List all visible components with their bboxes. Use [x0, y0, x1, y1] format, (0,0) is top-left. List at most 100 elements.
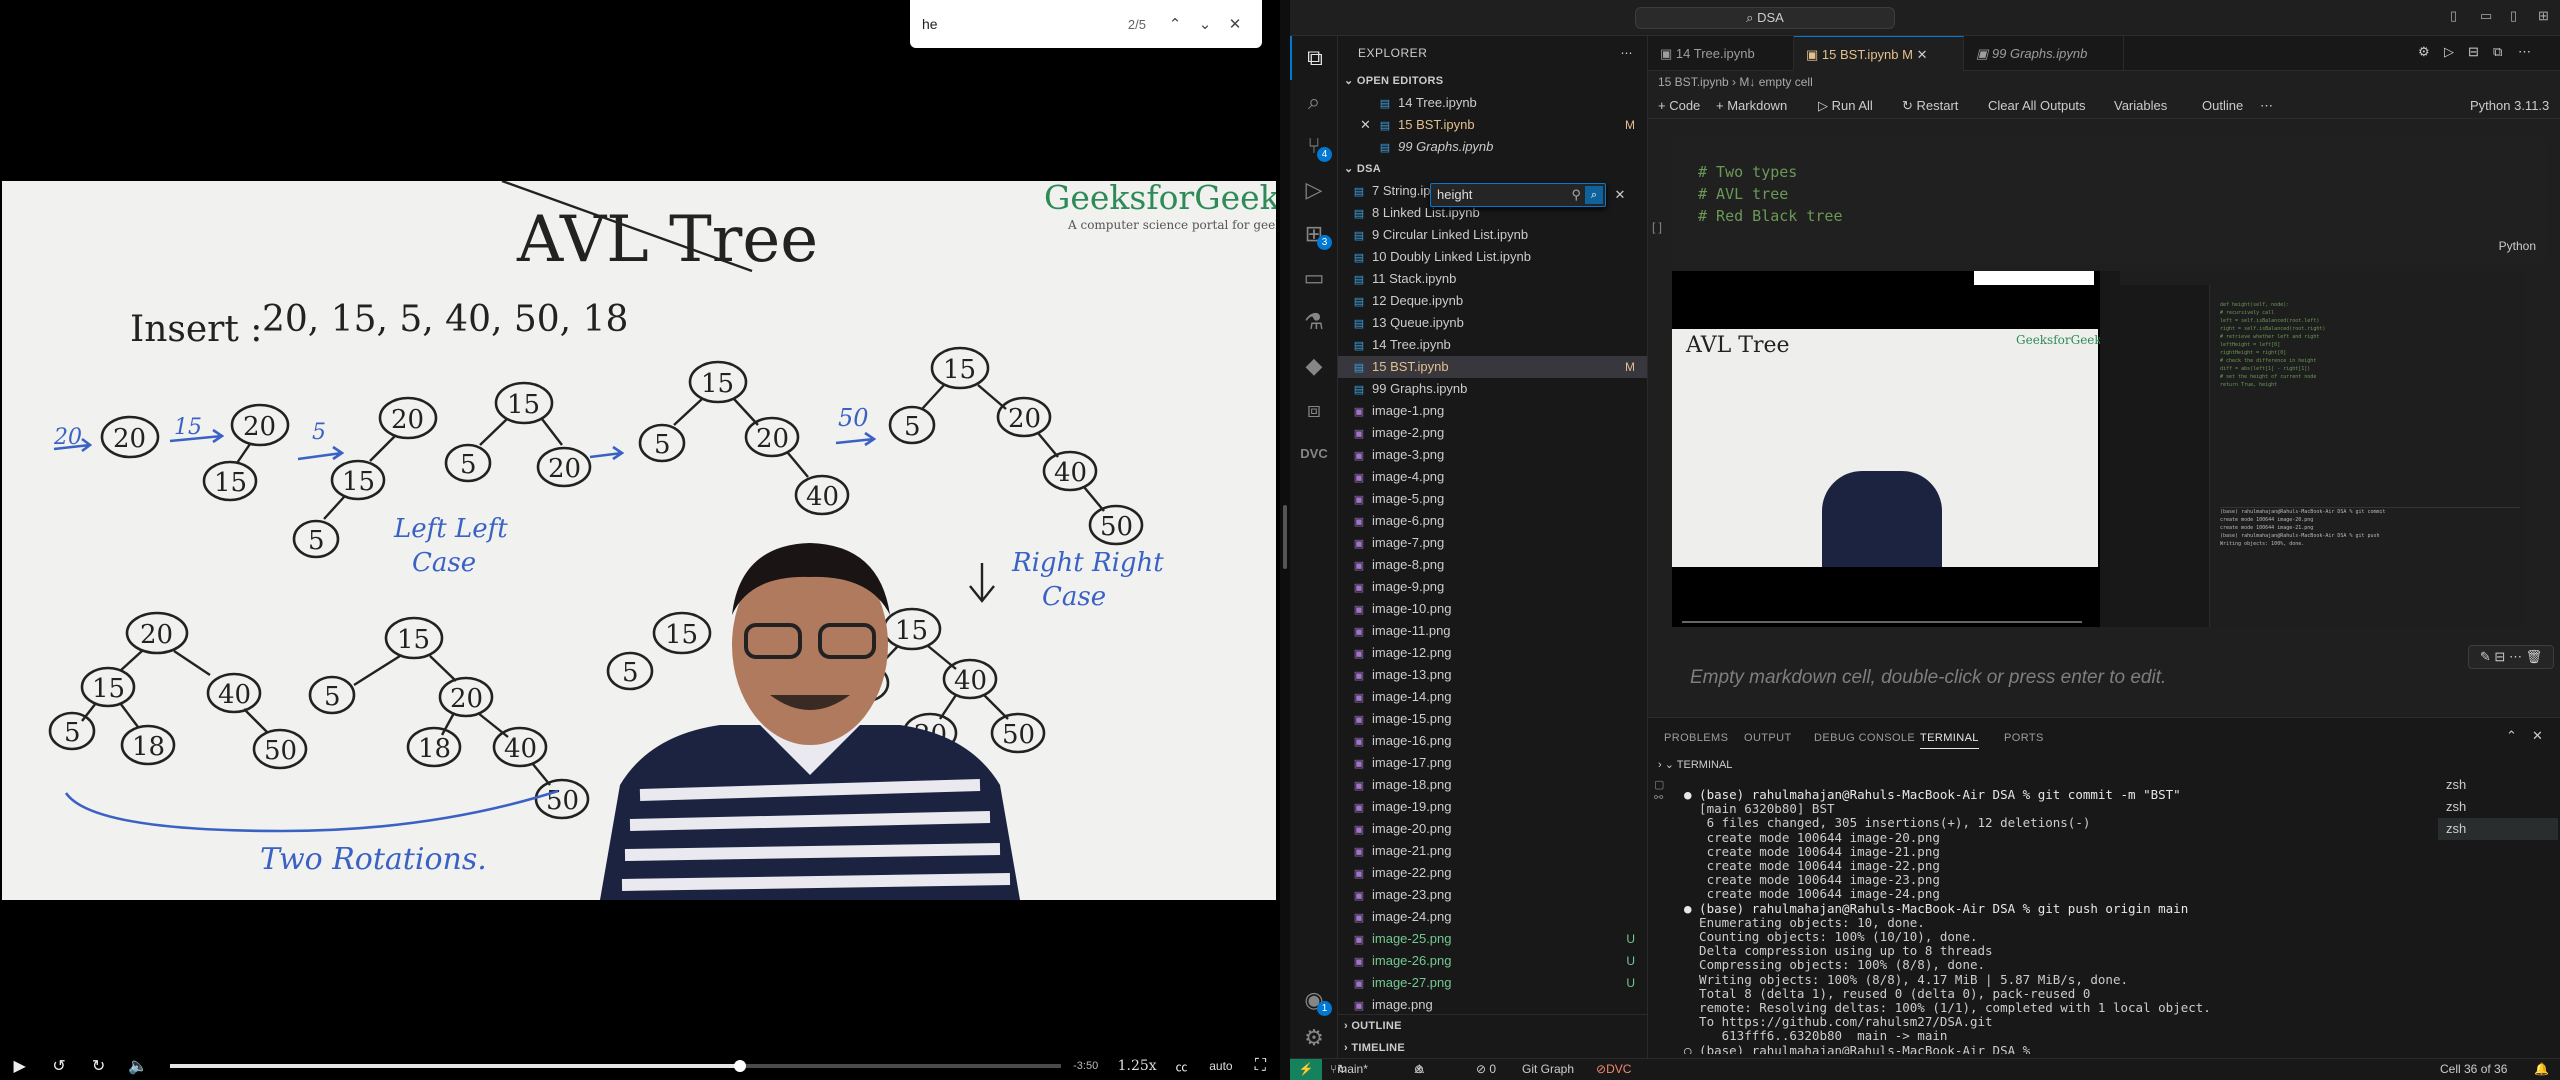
command-center-search[interactable]: ⌕ DSA: [1635, 7, 1895, 29]
toggle-sidebar-icon[interactable]: ▯: [2450, 8, 2457, 24]
open-editors-header[interactable]: ⌄ OPEN EDITORS: [1338, 70, 1647, 92]
split-cell-icon[interactable]: ⊟: [2494, 649, 2505, 664]
tab-output[interactable]: OUTPUT: [1744, 732, 1792, 744]
file-item[interactable]: ▣ image-15.png: [1338, 708, 1647, 730]
breadcrumb-cell[interactable]: M↓ empty cell: [1739, 75, 1812, 89]
close-find-icon[interactable]: ✕: [1610, 183, 1630, 207]
file-item[interactable]: ▣ image-10.png: [1338, 598, 1647, 620]
chevron-down-icon[interactable]: ⌄: [1190, 15, 1220, 33]
file-item[interactable]: ▤ 99 Graphs.ipynb: [1338, 378, 1647, 400]
file-item[interactable]: ▣ image-1.png: [1338, 400, 1647, 422]
explorer-find-input[interactable]: height ⚲ ⌕: [1430, 183, 1606, 207]
file-item[interactable]: ▣ image-16.png: [1338, 730, 1647, 752]
captions-icon[interactable]: ㏄: [1162, 1058, 1201, 1075]
delete-cell-icon[interactable]: 🗑: [2526, 649, 2543, 664]
split-divider[interactable]: [1280, 0, 1290, 1080]
tab-15-bst[interactable]: ▣ 15 BST.ipynb M ✕: [1794, 36, 1964, 71]
cell-position[interactable]: Cell 36 of 36: [2440, 1059, 2507, 1080]
filter-icon[interactable]: ⚲: [1571, 184, 1581, 206]
file-item[interactable]: ▣ image-11.png: [1338, 620, 1647, 642]
file-item[interactable]: ▣ image-20.png: [1338, 818, 1647, 840]
file-item[interactable]: ▣ image-4.png: [1338, 466, 1647, 488]
fuzzy-match-icon[interactable]: ⌕: [1585, 186, 1603, 204]
edit-icon[interactable]: ✎: [2480, 649, 2491, 664]
cell-more-icon[interactable]: ⋯: [2509, 649, 2522, 664]
remote-explorer-icon[interactable]: ▭: [1290, 256, 1338, 300]
seek-bar[interactable]: [169, 1060, 1062, 1072]
file-item[interactable]: ▣ image-12.png: [1338, 642, 1647, 664]
tab-terminal[interactable]: TERMINAL: [1920, 732, 1979, 749]
file-item[interactable]: ▣ image-23.png: [1338, 884, 1647, 906]
run-debug-icon[interactable]: ▷: [1290, 168, 1338, 212]
search-icon[interactable]: ⌕: [1290, 80, 1338, 124]
git-graph-button[interactable]: Git Graph: [1522, 1059, 1574, 1080]
kernel-picker[interactable]: Python 3.11.3: [2470, 93, 2549, 119]
file-item[interactable]: ▣ image-2.png: [1338, 422, 1647, 444]
editor-more-icon[interactable]: ⋯: [2518, 44, 2531, 60]
file-item[interactable]: ▤ 9 Circular Linked List.ipynb: [1338, 224, 1647, 246]
fullscreen-icon[interactable]: ⛶: [1241, 1057, 1280, 1075]
restart-button[interactable]: ↻ Restart: [1902, 93, 1958, 119]
outline-section[interactable]: › OUTLINE: [1338, 1015, 1647, 1037]
file-item[interactable]: ▣ image-19.png: [1338, 796, 1647, 818]
layout-icon[interactable]: ⊞: [2538, 8, 2549, 24]
tab-debug-console[interactable]: DEBUG CONSOLE: [1814, 732, 1915, 744]
file-item[interactable]: ▤ 12 Deque.ipynb: [1338, 290, 1647, 312]
run-icon[interactable]: ▷: [2444, 44, 2454, 60]
forward-icon[interactable]: ↻: [79, 1056, 118, 1076]
ports-indicator[interactable]: ⊘ 0: [1476, 1059, 1496, 1080]
docker-icon[interactable]: ◆: [1290, 344, 1338, 388]
tab-14-tree[interactable]: ▣ 14 Tree.ipynb: [1648, 36, 1794, 71]
outline-button[interactable]: Outline: [2202, 93, 2243, 119]
terminal-output[interactable]: ● (base) rahulmahajan@Rahuls-MacBook-Air…: [1684, 788, 2404, 1054]
file-item[interactable]: ▤ 11 Stack.ipynb: [1338, 268, 1647, 290]
tab-ports[interactable]: PORTS: [2004, 732, 2044, 744]
file-item[interactable]: ▣ image-13.png: [1338, 664, 1647, 686]
file-item[interactable]: ▣ image-7.png: [1338, 532, 1647, 554]
file-item[interactable]: ▤ 15 BST.ipynb M: [1338, 356, 1647, 378]
volume-icon[interactable]: 🔈: [118, 1056, 157, 1076]
gear-icon[interactable]: ⚙: [2418, 44, 2430, 60]
file-item[interactable]: ▣ image-27.png U: [1338, 972, 1647, 994]
clear-outputs-button[interactable]: Clear All Outputs: [1988, 93, 2086, 119]
folder-header[interactable]: ⌄ DSA: [1338, 158, 1647, 180]
tab-problems[interactable]: PROBLEMS: [1664, 732, 1728, 744]
file-item[interactable]: ▣ image-9.png: [1338, 576, 1647, 598]
file-item[interactable]: ▤ 13 Queue.ipynb: [1338, 312, 1647, 334]
file-item[interactable]: ▣ image-22.png: [1338, 862, 1647, 884]
settings-gear-icon[interactable]: ⚙: [1290, 1016, 1338, 1060]
chevron-up-icon[interactable]: ⌃: [1160, 15, 1190, 33]
empty-markdown-cell[interactable]: Empty markdown cell, double-click or pre…: [1690, 667, 2166, 689]
add-markdown-button[interactable]: + Markdown: [1716, 93, 1787, 119]
tab-99-graphs[interactable]: ▣ 99 Graphs.ipynb: [1964, 36, 2124, 71]
file-item[interactable]: ▣ image-24.png: [1338, 906, 1647, 928]
dvc-status[interactable]: ⊘ DVC (Auto): [1596, 1059, 1631, 1080]
terminal-instance[interactable]: zsh: [2438, 818, 2558, 840]
file-item[interactable]: ▣ image.png: [1338, 994, 1647, 1016]
source-control-icon[interactable]: ⑂ 4: [1290, 124, 1338, 168]
file-item[interactable]: ▤ 10 Doubly Linked List.ipynb: [1338, 246, 1647, 268]
file-item[interactable]: ▣ image-25.png U: [1338, 928, 1647, 950]
variables-button[interactable]: Variables: [2114, 93, 2167, 119]
diff-icon[interactable]: ⧉: [2493, 44, 2502, 60]
breadcrumb-file[interactable]: 15 BST.ipynb: [1658, 75, 1729, 89]
file-item[interactable]: ▣ image-14.png: [1338, 686, 1647, 708]
close-editor-icon[interactable]: ✕: [1360, 114, 1371, 136]
file-item[interactable]: ▤ 15 BST.ipynb M ✕: [1338, 114, 1647, 136]
extensions-icon[interactable]: ⊞ 3: [1290, 212, 1338, 256]
run-all-button[interactable]: ▷ Run All: [1818, 93, 1873, 119]
toolbar-more-icon[interactable]: ⋯: [2260, 93, 2273, 119]
file-item[interactable]: ▤ 14 Tree.ipynb: [1338, 92, 1647, 114]
speed-button[interactable]: 1.25x: [1113, 1058, 1162, 1074]
play-icon[interactable]: ▶: [0, 1056, 39, 1076]
explorer-icon[interactable]: ⧉: [1290, 36, 1338, 80]
split-editor-icon[interactable]: ⊟: [2468, 44, 2479, 60]
notifications-icon[interactable]: 🔔: [2534, 1059, 2549, 1080]
video-player[interactable]: AVL Tree GeeksforGeeks A computer scienc…: [0, 0, 1280, 1080]
file-item[interactable]: ▤ 99 Graphs.ipynb: [1338, 136, 1647, 158]
file-item[interactable]: ▣ image-3.png: [1338, 444, 1647, 466]
terminal-instance[interactable]: zsh: [2438, 774, 2558, 796]
file-item[interactable]: ▣ image-21.png: [1338, 840, 1647, 862]
find-input[interactable]: he: [922, 16, 1128, 32]
branch-indicator[interactable]: ⑂ main* ↻: [1330, 1059, 1368, 1080]
